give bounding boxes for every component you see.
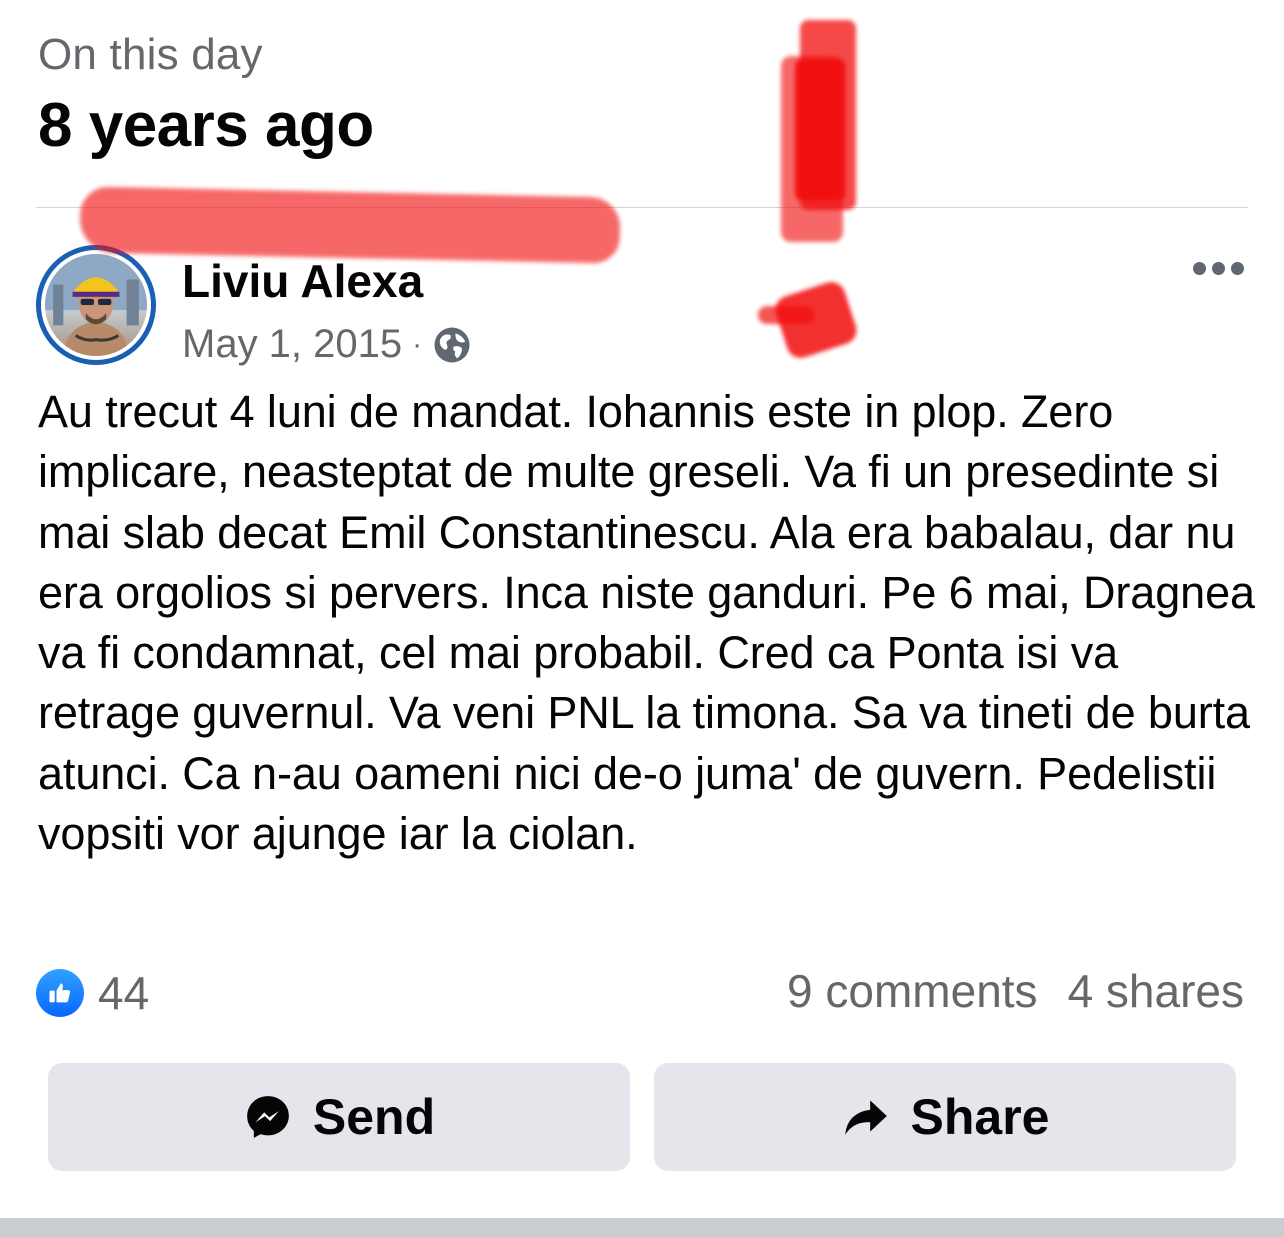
share-label: Share	[910, 1089, 1050, 1145]
more-dot	[1231, 262, 1244, 275]
meta-separator: ·	[412, 327, 423, 361]
more-dot	[1212, 262, 1225, 275]
messenger-icon	[247, 1096, 289, 1138]
red-marker-scribble	[795, 60, 845, 200]
send-button[interactable]: Send	[48, 1063, 630, 1171]
comments-count[interactable]: 9 comments	[787, 964, 1038, 1018]
memory-card: On this day 8 years ago Liviu Alexa May …	[0, 0, 1284, 1237]
share-button[interactable]: Share	[654, 1063, 1236, 1171]
more-options-icon[interactable]	[1193, 262, 1244, 275]
post-stats: 9 comments 4 shares	[787, 964, 1244, 1018]
post-text: Au trecut 4 luni de mandat. Iohannis est…	[38, 386, 1255, 860]
more-dot	[1193, 262, 1206, 275]
red-marker-scribble	[771, 278, 861, 362]
post-author[interactable]: Liviu Alexa	[182, 254, 423, 308]
like-count: 44	[98, 967, 150, 1019]
globe-icon	[434, 327, 470, 362]
post-date[interactable]: May 1, 2015	[182, 322, 402, 367]
avatar-photo	[45, 254, 147, 356]
avatar[interactable]	[36, 245, 156, 365]
reactions-summary[interactable]: 44	[36, 966, 149, 1020]
memory-years-ago: 8 years ago	[38, 91, 374, 160]
memory-label: On this day	[38, 30, 263, 79]
avatar-portrait-icon	[45, 254, 147, 356]
shares-count[interactable]: 4 shares	[1068, 964, 1244, 1018]
red-marker-scribble	[79, 186, 621, 264]
post-meta: May 1, 2015 ·	[182, 322, 472, 367]
share-arrow-icon	[844, 1100, 887, 1135]
send-label: Send	[312, 1089, 436, 1145]
bottom-bar	[0, 1218, 1284, 1237]
like-icon	[36, 969, 84, 1017]
